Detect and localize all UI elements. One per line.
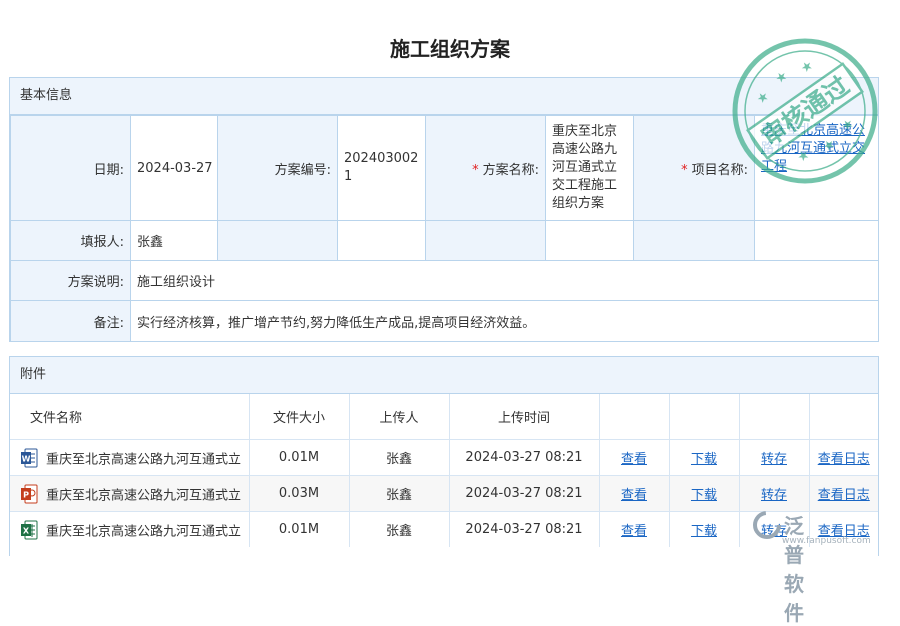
uploader: 张鑫	[349, 439, 450, 476]
file-size: 0.01M	[249, 511, 350, 547]
uploader: 张鑫	[349, 511, 450, 547]
svg-text:W: W	[22, 454, 31, 463]
filler-value: 张鑫	[130, 220, 218, 261]
upload-time: 2024-03-27 08:21	[449, 511, 600, 547]
required-mark: *	[681, 162, 688, 178]
word-file-icon: W	[21, 448, 38, 467]
file-name: 重庆至北京高速公路九河互通式立	[46, 524, 242, 539]
save-cell: 转存	[739, 511, 810, 547]
attachments-header: 附件	[10, 357, 878, 394]
attachments-panel: 附件 文件名称 文件大小 上传人 上传时间 W 重庆至北京高速公路九河互通式立 0…	[9, 356, 879, 556]
col-file-size: 文件大小	[249, 394, 350, 440]
date-label: 日期:	[10, 115, 131, 221]
file-name-cell: X 重庆至北京高速公路九河互通式立	[10, 511, 250, 547]
download-link[interactable]: 下载	[691, 488, 717, 503]
remark-label: 备注:	[10, 300, 131, 342]
view-link[interactable]: 查看	[621, 488, 647, 503]
uploader: 张鑫	[349, 475, 450, 512]
project-label-cell: * 项目名称:	[633, 115, 755, 221]
view-link[interactable]: 查看	[621, 452, 647, 467]
required-mark: *	[472, 162, 479, 178]
desc-value: 施工组织设计	[130, 260, 879, 301]
file-row: P 重庆至北京高速公路九河互通式立 0.03M 张鑫 2024-03-27 08:…	[10, 475, 878, 512]
view-cell: 查看	[599, 439, 670, 476]
save-link[interactable]: 转存	[761, 524, 787, 539]
plan-no-label: 方案编号:	[217, 115, 338, 221]
file-name: 重庆至北京高速公路九河互通式立	[46, 488, 242, 503]
empty-cell	[633, 220, 755, 261]
download-cell: 下载	[669, 511, 740, 547]
view-cell: 查看	[599, 475, 670, 512]
col-file-name: 文件名称	[10, 394, 250, 440]
save-cell: 转存	[739, 475, 810, 512]
log-cell: 查看日志	[809, 475, 878, 512]
desc-label: 方案说明:	[10, 260, 131, 301]
save-cell: 转存	[739, 439, 810, 476]
view-log-link[interactable]: 查看日志	[818, 452, 870, 467]
upload-time: 2024-03-27 08:21	[449, 439, 600, 476]
empty-cell	[337, 220, 426, 261]
empty-cell	[217, 220, 338, 261]
project-value-cell: 重庆至北京高速公路九河互通式立交工程	[754, 115, 879, 221]
save-link[interactable]: 转存	[761, 488, 787, 503]
col-upload-time: 上传时间	[449, 394, 600, 440]
powerpoint-file-icon: P	[21, 484, 38, 503]
plan-name-value: 重庆至北京高速公路九河互通式立交工程施工组织方案	[545, 115, 634, 221]
col-action	[739, 394, 810, 440]
plan-no-value: 2024030021	[337, 115, 426, 221]
filler-label: 填报人:	[10, 220, 131, 261]
svg-text:P: P	[23, 490, 29, 499]
project-link[interactable]: 重庆至北京高速公路九河互通式立交工程	[761, 123, 865, 174]
download-link[interactable]: 下载	[691, 524, 717, 539]
attachments-table: 文件名称 文件大小 上传人 上传时间 W 重庆至北京高速公路九河互通式立 0.01…	[10, 394, 878, 547]
remark-value: 实行经济核算，推广增产节约,努力降低生产成品,提高项目经济效益。	[130, 300, 879, 342]
download-link[interactable]: 下载	[691, 452, 717, 467]
page-title: 施工组织方案	[390, 37, 510, 61]
date-value: 2024-03-27	[130, 115, 218, 221]
plan-name-label-cell: * 方案名称:	[425, 115, 546, 221]
file-size: 0.01M	[249, 439, 350, 476]
file-row: W 重庆至北京高速公路九河互通式立 0.01M 张鑫 2024-03-27 08:…	[10, 439, 878, 476]
view-log-link[interactable]: 查看日志	[818, 488, 870, 503]
excel-file-icon: X	[21, 520, 38, 539]
log-cell: 查看日志	[809, 439, 878, 476]
file-size: 0.03M	[249, 475, 350, 512]
download-cell: 下载	[669, 439, 740, 476]
empty-cell	[545, 220, 634, 261]
view-cell: 查看	[599, 511, 670, 547]
log-cell: 查看日志	[809, 511, 878, 547]
upload-time: 2024-03-27 08:21	[449, 475, 600, 512]
plan-name-label: 方案名称:	[482, 162, 539, 178]
save-link[interactable]: 转存	[761, 452, 787, 467]
basic-info-table: 日期: 2024-03-27 方案编号: 2024030021 * 方案名称: 重…	[10, 115, 879, 342]
file-name-cell: P 重庆至北京高速公路九河互通式立	[10, 475, 250, 512]
file-row: X 重庆至北京高速公路九河互通式立 0.01M 张鑫 2024-03-27 08:…	[10, 511, 878, 547]
svg-text:X: X	[23, 526, 30, 535]
project-label: 项目名称:	[691, 162, 748, 178]
empty-cell	[425, 220, 546, 261]
basic-info-panel: 基本信息 日期: 2024-03-27 方案编号: 2024030021 * 方案…	[9, 77, 879, 342]
view-link[interactable]: 查看	[621, 524, 647, 539]
col-action	[669, 394, 740, 440]
empty-cell	[754, 220, 879, 261]
col-action	[599, 394, 670, 440]
col-uploader: 上传人	[349, 394, 450, 440]
view-log-link[interactable]: 查看日志	[818, 524, 870, 539]
file-name-cell: W 重庆至北京高速公路九河互通式立	[10, 439, 250, 476]
col-action	[809, 394, 878, 440]
basic-info-header: 基本信息	[10, 78, 878, 115]
file-name: 重庆至北京高速公路九河互通式立	[46, 452, 242, 467]
download-cell: 下载	[669, 475, 740, 512]
